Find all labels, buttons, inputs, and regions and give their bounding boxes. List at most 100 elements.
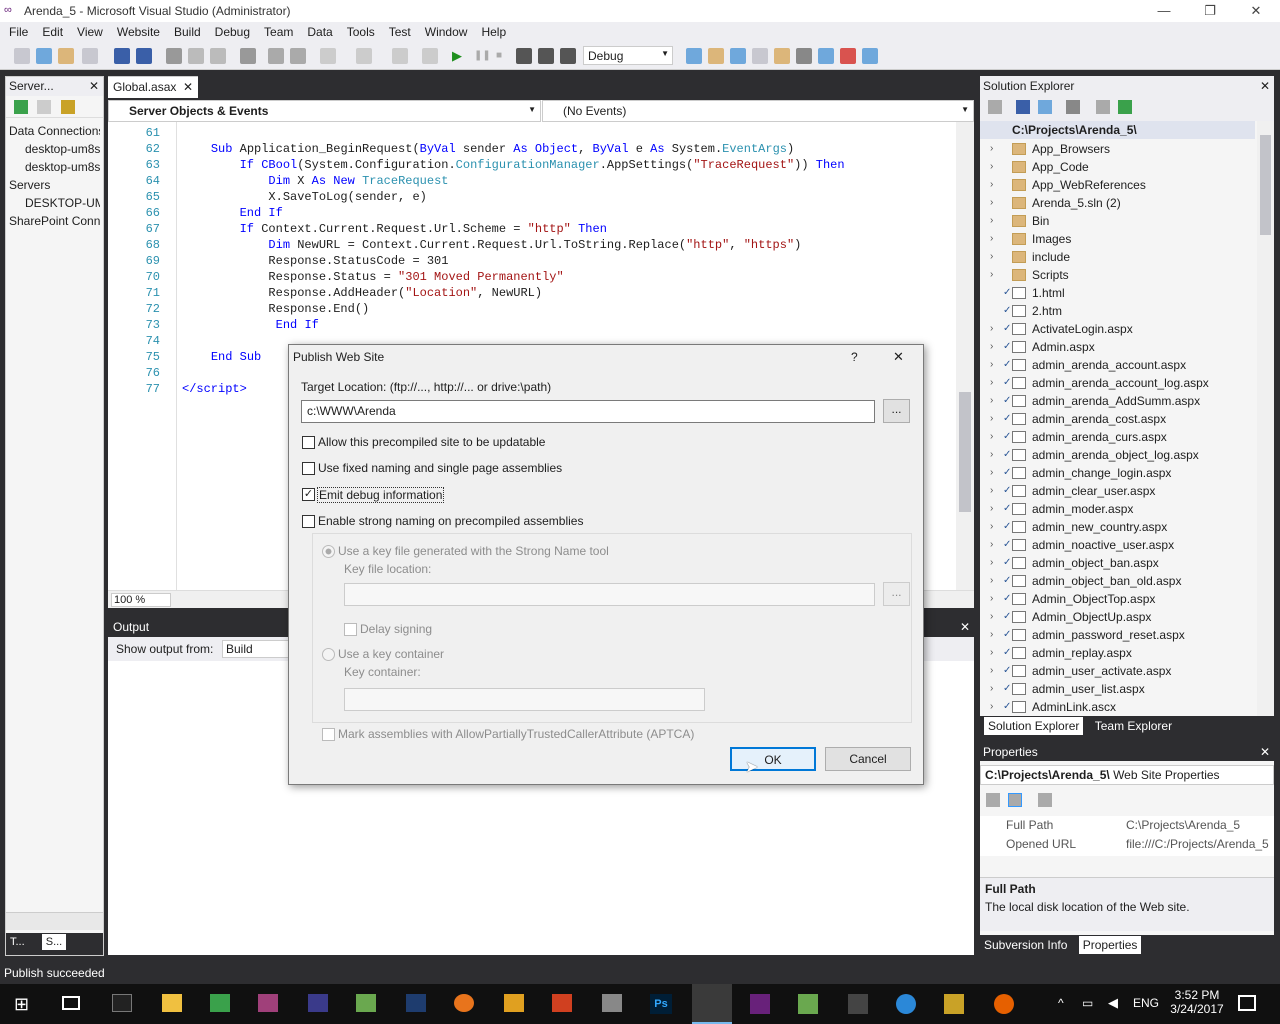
minimize-button[interactable]: —: [1141, 0, 1187, 22]
chevron-right-icon[interactable]: ›: [990, 212, 993, 230]
solution-item[interactable]: ✓ 2.htm: [980, 302, 1255, 320]
undo-icon[interactable]: [320, 48, 336, 64]
step-into-icon[interactable]: [516, 48, 532, 64]
solution-item[interactable]: › Images: [980, 230, 1255, 248]
menu-window[interactable]: Window: [418, 22, 475, 42]
blender-app-icon[interactable]: [454, 994, 474, 1012]
solution-item[interactable]: › Arenda_5.sln (2): [980, 194, 1255, 212]
fixed-naming-checkbox[interactable]: [302, 462, 315, 475]
network-icon[interactable]: ▭: [1082, 996, 1093, 1010]
tab-subversion-info[interactable]: Subversion Info: [984, 938, 1067, 952]
menu-website[interactable]: Website: [110, 22, 167, 42]
navigate-back-icon[interactable]: [392, 48, 408, 64]
menu-edit[interactable]: Edit: [35, 22, 70, 42]
restore-button[interactable]: ❐: [1187, 0, 1233, 22]
key-file-radio[interactable]: [322, 545, 335, 558]
code-line[interactable]: Response.StatusCode = 301: [182, 254, 448, 268]
tab-team-explorer[interactable]: Team Explorer: [1095, 719, 1172, 733]
solution-item[interactable]: › ✓ admin_user_list.aspx: [980, 680, 1255, 698]
stop-icon[interactable]: ■: [496, 48, 512, 64]
chevron-right-icon[interactable]: ›: [990, 374, 993, 392]
visual-studio-new-app-icon[interactable]: [750, 994, 770, 1014]
tab-solution-explorer[interactable]: Solution Explorer: [984, 717, 1084, 735]
copy-website-icon[interactable]: [1118, 100, 1132, 114]
solution-item[interactable]: › ✓ admin_user_activate.aspx: [980, 662, 1255, 680]
tray-chevron-up-icon[interactable]: ^: [1058, 996, 1064, 1010]
chevron-right-icon[interactable]: ›: [990, 428, 993, 446]
chevron-right-icon[interactable]: ›: [990, 572, 993, 590]
chevron-right-icon[interactable]: ›: [990, 320, 993, 338]
action-center-icon[interactable]: [1238, 995, 1256, 1011]
tree-item-sharepoint[interactable]: SharePoint Conne: [9, 212, 100, 230]
menu-test[interactable]: Test: [382, 22, 418, 42]
chevron-right-icon[interactable]: ›: [990, 356, 993, 374]
tools-icon[interactable]: [796, 48, 812, 64]
tree-item-server[interactable]: DESKTOP-UM: [9, 194, 100, 212]
solution-item[interactable]: › App_WebReferences: [980, 176, 1255, 194]
solution-item[interactable]: › ✓ admin_change_login.aspx: [980, 464, 1255, 482]
help-button[interactable]: ?: [851, 350, 858, 364]
menu-file[interactable]: File: [2, 22, 35, 42]
properties-object-select[interactable]: C:\Projects\Arenda_5\ Web Site Propertie…: [980, 765, 1274, 785]
chevron-right-icon[interactable]: ›: [990, 662, 993, 680]
new-project-icon[interactable]: [14, 48, 30, 64]
scroll-thumb[interactable]: [1260, 135, 1271, 235]
code-line[interactable]: X.SaveToLog(sender, e): [182, 190, 426, 204]
chevron-right-icon[interactable]: ›: [990, 608, 993, 626]
view-designer-icon[interactable]: [1096, 100, 1110, 114]
chevron-right-icon[interactable]: ›: [990, 536, 993, 554]
save-all-icon[interactable]: [136, 48, 152, 64]
solution-item[interactable]: › ✓ Admin_ObjectTop.aspx: [980, 590, 1255, 608]
code-line[interactable]: Response.Status = "301 Moved Permanently…: [182, 270, 563, 284]
code-line[interactable]: Sub Application_BeginRequest(ByVal sende…: [182, 142, 794, 156]
language-indicator[interactable]: ENG: [1133, 996, 1159, 1010]
chevron-right-icon[interactable]: ›: [990, 554, 993, 572]
chevron-right-icon[interactable]: ›: [990, 590, 993, 608]
close-icon[interactable]: ✕: [1260, 79, 1270, 93]
solution-item[interactable]: › ✓ admin_object_ban.aspx: [980, 554, 1255, 572]
app-icon[interactable]: [848, 994, 868, 1014]
app-icon[interactable]: [258, 994, 278, 1012]
solution-item[interactable]: › ✓ admin_noactive_user.aspx: [980, 536, 1255, 554]
tab-toolbox[interactable]: T...: [10, 936, 25, 948]
solution-item[interactable]: › ✓ admin_object_ban_old.aspx: [980, 572, 1255, 590]
pause-icon[interactable]: ❚❚: [474, 48, 491, 64]
key-container-input[interactable]: [344, 688, 705, 711]
code-line[interactable]: If CBool(System.Configuration.Configurat…: [182, 158, 845, 172]
app-icon[interactable]: [896, 994, 916, 1014]
solution-item[interactable]: › ✓ admin_password_reset.aspx: [980, 626, 1255, 644]
solution-item[interactable]: › ✓ admin_arenda_AddSumm.aspx: [980, 392, 1255, 410]
copy-icon[interactable]: [188, 48, 204, 64]
prop-value-full-path[interactable]: C:\Projects\Arenda_5: [1126, 818, 1240, 832]
tree-item-connection[interactable]: desktop-um8s: [9, 140, 100, 158]
close-icon[interactable]: ✕: [1260, 745, 1270, 759]
start-debug-icon[interactable]: ▶: [452, 48, 468, 64]
tree-item-connection[interactable]: desktop-um8s: [9, 158, 100, 176]
stop-refresh-icon[interactable]: [37, 100, 52, 114]
app-icon[interactable]: [356, 994, 376, 1012]
task-view-icon[interactable]: [62, 996, 80, 1010]
tree-item-data-connections[interactable]: Data Connections: [9, 122, 100, 140]
chevron-right-icon[interactable]: ›: [990, 626, 993, 644]
scroll-thumb[interactable]: [959, 392, 971, 512]
solution-root[interactable]: C:\Projects\Arenda_5\: [980, 121, 1255, 139]
code-line[interactable]: Response.AddHeader("Location", NewURL): [182, 286, 542, 300]
solution-item[interactable]: › ✓ admin_replay.aspx: [980, 644, 1255, 662]
code-line[interactable]: Dim NewURL = Context.Current.Request.Url…: [182, 238, 801, 252]
solution-item[interactable]: › ✓ admin_new_country.aspx: [980, 518, 1255, 536]
zoom-select[interactable]: 100 %: [111, 593, 171, 607]
close-icon[interactable]: ✕: [89, 79, 99, 93]
solution-item[interactable]: › ✓ AdminLink.ascx: [980, 698, 1255, 716]
menu-help[interactable]: Help: [474, 22, 513, 42]
delay-signing-checkbox[interactable]: [344, 623, 357, 636]
aptca-checkbox[interactable]: [322, 728, 335, 741]
app-icon[interactable]: [944, 994, 964, 1014]
menu-team[interactable]: Team: [257, 22, 300, 42]
solution-item[interactable]: › ✓ Admin.aspx: [980, 338, 1255, 356]
file-explorer-app-icon[interactable]: [162, 994, 182, 1012]
close-icon[interactable]: ✕: [960, 620, 970, 634]
solution-item[interactable]: › Scripts: [980, 266, 1255, 284]
refresh-icon[interactable]: [14, 100, 28, 114]
menu-tools[interactable]: Tools: [340, 22, 382, 42]
dialog-close-button[interactable]: ✕: [893, 349, 904, 365]
